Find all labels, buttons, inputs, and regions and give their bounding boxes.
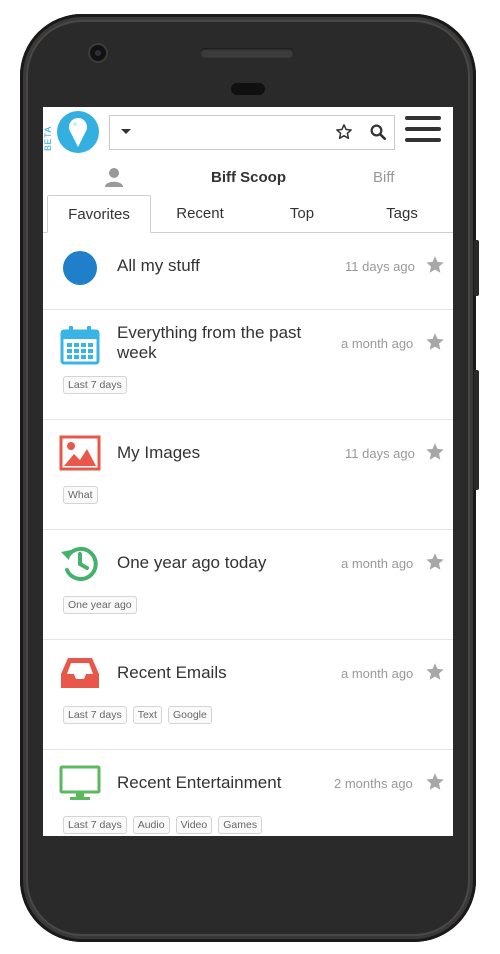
- item-title: Everything from the past week: [117, 323, 302, 362]
- tab-tags[interactable]: Tags: [357, 195, 447, 232]
- volume-button: [474, 370, 479, 490]
- item-time: a month ago: [341, 336, 414, 351]
- item-time: a month ago: [341, 556, 414, 571]
- user-avatar-icon[interactable]: [103, 166, 125, 188]
- tag-chip[interactable]: Audio: [132, 816, 170, 834]
- proximity-sensor: [231, 83, 265, 95]
- item-time: a month ago: [341, 666, 414, 681]
- image-icon: [59, 435, 101, 471]
- tag-chip[interactable]: One year ago: [63, 596, 137, 614]
- tag-list: Last 7 days Audio Video Games: [63, 816, 263, 834]
- tab-recent[interactable]: Recent: [155, 195, 245, 232]
- tag-chip[interactable]: Last 7 days: [63, 816, 127, 834]
- earpiece-speaker: [200, 48, 294, 58]
- tag-list: Last 7 days Text Google: [63, 706, 212, 724]
- tag-list: What: [63, 486, 98, 504]
- user-row: Biff Scoop Biff: [43, 163, 453, 193]
- tag-chip[interactable]: Games: [218, 816, 263, 834]
- tag-chip[interactable]: Last 7 days: [63, 706, 127, 724]
- star-icon[interactable]: [425, 442, 445, 462]
- phone-screen: BETA Biff Scoop Biff Favorites Recent To…: [43, 107, 453, 836]
- user-name-link[interactable]: Biff: [373, 169, 394, 186]
- star-icon[interactable]: [425, 332, 445, 352]
- list-item[interactable]: Everything from the past week a month ag…: [43, 310, 453, 420]
- history-clock-icon: [61, 546, 98, 581]
- tag-chip[interactable]: Google: [167, 706, 212, 724]
- tag-chip[interactable]: What: [63, 486, 98, 504]
- item-title: One year ago today: [117, 553, 267, 572]
- item-time: 11 days ago: [345, 259, 415, 274]
- item-title: Recent Entertainment: [117, 773, 282, 792]
- top-bar: BETA: [43, 107, 453, 159]
- item-title: My Images: [117, 443, 201, 462]
- star-outline-icon[interactable]: [335, 123, 353, 141]
- tag-chip[interactable]: Video: [175, 816, 213, 834]
- list-item[interactable]: One year ago today a month ago One year …: [43, 530, 453, 640]
- tag-list: One year ago: [63, 596, 137, 614]
- star-icon[interactable]: [425, 552, 445, 572]
- front-camera: [90, 45, 106, 61]
- list-item[interactable]: Recent Entertainment 2 months ago Last 7…: [43, 750, 453, 836]
- list-item[interactable]: All my stuff 11 days ago: [43, 233, 453, 310]
- tag-list: Last 7 days: [63, 376, 127, 394]
- tab-top[interactable]: Top: [257, 195, 347, 232]
- item-time: 11 days ago: [345, 446, 415, 461]
- monitor-icon: [59, 765, 101, 800]
- scoop-title: Biff Scoop: [211, 169, 286, 186]
- calendar-icon: [60, 326, 100, 365]
- ice-cream-logo-icon[interactable]: [57, 111, 99, 153]
- star-icon[interactable]: [425, 255, 445, 275]
- tag-chip[interactable]: Text: [132, 706, 162, 724]
- item-title: All my stuff: [117, 256, 200, 275]
- power-button: [474, 240, 479, 296]
- item-time: 2 months ago: [334, 776, 413, 791]
- inbox-tray-icon: [61, 658, 99, 688]
- tag-chip[interactable]: Last 7 days: [63, 376, 127, 394]
- blue-dot-icon: [63, 251, 97, 285]
- list-item[interactable]: My Images 11 days ago What: [43, 420, 453, 530]
- tab-bar: Favorites Recent Top Tags: [43, 195, 453, 233]
- star-icon[interactable]: [425, 772, 445, 792]
- search-icon[interactable]: [369, 123, 387, 141]
- tab-favorites[interactable]: Favorites: [47, 195, 151, 233]
- beta-label: BETA: [43, 126, 53, 151]
- hamburger-menu-icon[interactable]: [405, 116, 441, 148]
- star-icon[interactable]: [425, 662, 445, 682]
- list-item[interactable]: Recent Emails a month ago Last 7 days Te…: [43, 640, 453, 750]
- dropdown-caret-icon[interactable]: [119, 121, 133, 141]
- item-title: Recent Emails: [117, 663, 227, 682]
